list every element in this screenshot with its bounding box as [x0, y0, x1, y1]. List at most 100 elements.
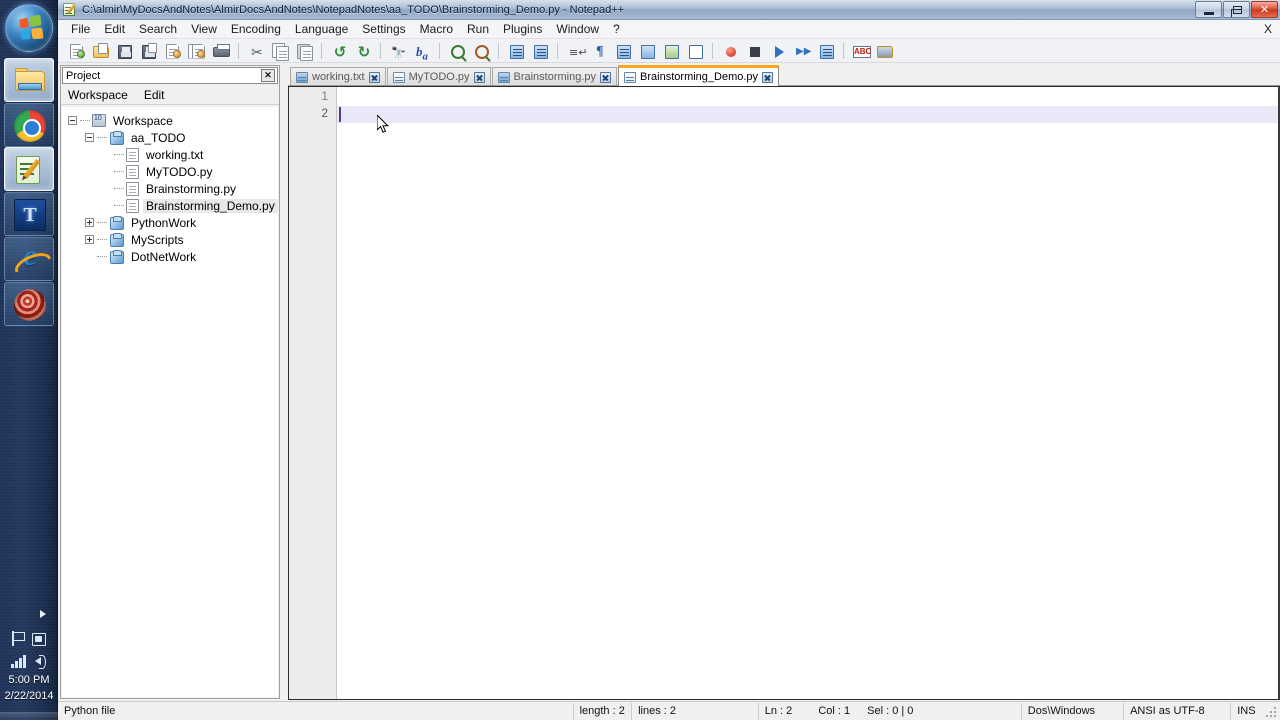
resize-grip[interactable] [1264, 705, 1278, 719]
signal-bars-icon[interactable] [10, 652, 28, 670]
undo-button[interactable]: ↺ [328, 41, 350, 61]
taskbar-item-blue-t-app[interactable] [4, 192, 54, 236]
tree-line [80, 120, 90, 121]
tab-working-txt[interactable]: working.txt [290, 67, 386, 86]
sync-horizontal-button[interactable] [529, 41, 551, 61]
menu-window[interactable]: Window [549, 20, 606, 38]
close-button[interactable] [162, 41, 184, 61]
tray-clock-date[interactable]: 2/22/2014 [0, 690, 58, 702]
editor-region: working.txt MyTODO.py Brainstorming.py B… [288, 64, 1280, 700]
menu-language[interactable]: Language [288, 20, 355, 38]
tray-clock-time[interactable]: 5:00 PM [0, 674, 58, 686]
minimize-button[interactable] [1195, 1, 1222, 18]
taskbar-item-notepad-plus-plus[interactable] [4, 147, 54, 191]
panel-menu-bar: Workspace Edit [61, 85, 279, 105]
user-defined-dialog-button[interactable] [636, 41, 658, 61]
close-button[interactable]: ✕ [1251, 1, 1278, 18]
menu-search[interactable]: Search [132, 20, 184, 38]
save-all-button[interactable] [138, 41, 160, 61]
zoom-in-button[interactable] [446, 41, 468, 61]
tree-item-brainstorming-demo-py[interactable]: Brainstorming_Demo.py [62, 197, 278, 214]
play-macro-button[interactable] [767, 41, 789, 61]
taskbar-item-windows-explorer[interactable] [4, 58, 54, 102]
zoom-out-button[interactable] [470, 41, 492, 61]
toolbar-separator [321, 42, 322, 59]
text-editor[interactable]: 1 2 [288, 86, 1280, 700]
print-button[interactable] [210, 41, 232, 61]
tab-brainstorming-py[interactable]: Brainstorming.py [491, 67, 618, 86]
menu-plugins[interactable]: Plugins [496, 20, 549, 38]
close-document-x-button[interactable]: X [1264, 22, 1272, 36]
taskbar-item-internet-explorer[interactable] [4, 237, 54, 281]
tab-close-icon[interactable] [368, 71, 380, 83]
function-list-button[interactable] [684, 41, 706, 61]
document-map-button[interactable] [660, 41, 682, 61]
tree-item-brainstorming-py[interactable]: Brainstorming.py [62, 180, 278, 197]
expand-expander-icon[interactable] [85, 235, 94, 244]
sync-vertical-button[interactable] [505, 41, 527, 61]
menu-help[interactable]: ? [606, 20, 627, 38]
run-button[interactable] [874, 41, 896, 61]
redo-button[interactable]: ↻ [352, 41, 374, 61]
taskbar-item-google-chrome[interactable] [4, 103, 54, 147]
line-number-gutter: 1 2 [289, 87, 337, 699]
panel-close-button[interactable]: ✕ [261, 69, 275, 82]
save-button[interactable] [114, 41, 136, 61]
record-icon [726, 46, 736, 57]
tree-item-pythonwork[interactable]: PythonWork [62, 214, 278, 231]
show-hidden-icons-icon[interactable] [40, 610, 46, 618]
menu-settings[interactable]: Settings [355, 20, 412, 38]
code-area[interactable] [337, 87, 1278, 699]
tab-brainstorming-demo-py[interactable]: Brainstorming_Demo.py [618, 65, 780, 86]
menu-view[interactable]: View [184, 20, 224, 38]
tree-item-workspace[interactable]: Workspace [62, 112, 278, 129]
collapse-expander-icon[interactable] [85, 133, 94, 142]
tree-item-dotnetwork[interactable]: DotNetWork [62, 248, 278, 265]
cut-button[interactable]: ✂ [245, 41, 267, 61]
close-all-button[interactable] [186, 41, 208, 61]
menu-edit[interactable]: Edit [97, 20, 132, 38]
tab-close-icon[interactable] [600, 71, 612, 83]
menu-file[interactable]: File [64, 20, 97, 38]
tab-mytodo-py[interactable]: MyTODO.py [386, 67, 491, 86]
tree-item-label: PythonWork [131, 215, 197, 230]
copy-button[interactable] [269, 41, 291, 61]
tab-close-icon[interactable] [762, 71, 774, 83]
expand-expander-icon[interactable] [85, 218, 94, 227]
replace-button[interactable]: ba [411, 41, 433, 63]
indent-guide-button[interactable] [612, 41, 634, 61]
word-wrap-button[interactable]: ≡↵ [564, 41, 587, 61]
save-macro-button[interactable] [815, 41, 837, 61]
menu-macro[interactable]: Macro [413, 20, 460, 38]
start-button[interactable] [5, 4, 53, 52]
stop-recording-button[interactable] [743, 41, 765, 61]
panel-menu-workspace[interactable]: Workspace [65, 87, 131, 103]
code-line[interactable] [337, 89, 1278, 106]
run-macro-multiple-button[interactable]: ▶▶ [791, 41, 813, 61]
tree-item-aa-todo[interactable]: aa_TODO [62, 129, 278, 146]
code-line-current[interactable] [337, 106, 1278, 123]
device-icon[interactable] [30, 630, 48, 648]
record-macro-button[interactable] [719, 41, 741, 61]
menu-encoding[interactable]: Encoding [224, 20, 288, 38]
tree-item-label: DotNetWork [131, 249, 197, 264]
restore-button[interactable] [1223, 1, 1250, 18]
tab-close-icon[interactable] [473, 71, 485, 83]
tree-item-myscripts[interactable]: MyScripts [62, 231, 278, 248]
panel-menu-edit[interactable]: Edit [141, 87, 168, 103]
show-all-chars-button[interactable]: ¶ [588, 41, 610, 61]
taskbar-item-red-target-app[interactable] [4, 282, 54, 326]
show-desktop-button[interactable] [0, 712, 58, 720]
action-center-flag-icon[interactable] [10, 630, 28, 648]
speaker-icon[interactable] [30, 652, 48, 670]
menu-run[interactable]: Run [460, 20, 496, 38]
paste-button[interactable] [293, 41, 315, 61]
tree-item-mytodo-py[interactable]: MyTODO.py [62, 163, 278, 180]
tree-line [97, 256, 107, 257]
tree-item-working-txt[interactable]: working.txt [62, 146, 278, 163]
new-file-button[interactable] [66, 41, 88, 61]
open-file-button[interactable] [90, 41, 112, 61]
find-button[interactable]: 🔭 [387, 41, 409, 61]
collapse-expander-icon[interactable] [68, 116, 77, 125]
spell-check-button[interactable]: ABC [850, 41, 872, 61]
